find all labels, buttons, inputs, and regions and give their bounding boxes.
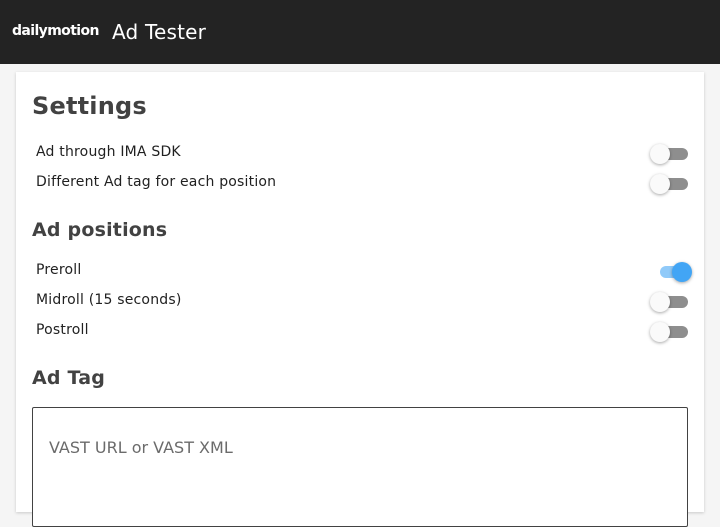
different-ad-tag-label: Different Ad tag for each position [36,174,277,190]
ima-sdk-switch[interactable] [650,144,688,164]
settings-heading: Settings [32,92,147,120]
ad-positions-heading: Ad positions [32,219,168,241]
switch-thumb [672,262,692,282]
toggle-row-ima-sdk[interactable]: Ad through IMA SDK [36,139,688,169]
switch-thumb [650,144,670,164]
app-header: dailymotion Ad Tester [0,0,720,64]
postroll-switch[interactable] [650,322,688,342]
midroll-switch[interactable] [650,292,688,312]
toggle-row-preroll[interactable]: Preroll [36,257,692,287]
toggle-row-postroll[interactable]: Postroll [36,317,688,347]
preroll-switch[interactable] [656,262,692,282]
settings-card: Settings Ad through IMA SDK Different Ad… [16,72,704,527]
ima-sdk-label: Ad through IMA SDK [36,144,181,160]
midroll-label: Midroll (15 seconds) [36,292,182,308]
ad-tag-heading: Ad Tag [32,367,106,389]
postroll-label: Postroll [36,322,89,338]
switch-thumb [650,322,670,342]
preroll-label: Preroll [36,262,82,278]
toggle-row-different-ad-tag[interactable]: Different Ad tag for each position [36,169,688,199]
switch-thumb [650,174,670,194]
dailymotion-logo[interactable]: dailymotion [12,22,99,40]
app-title: Ad Tester [112,20,207,44]
different-ad-tag-switch[interactable] [650,174,688,194]
ad-tag-field[interactable] [32,407,688,527]
switch-thumb [650,292,670,312]
ad-tag-input[interactable] [49,436,669,496]
toggle-row-midroll[interactable]: Midroll (15 seconds) [36,287,688,317]
